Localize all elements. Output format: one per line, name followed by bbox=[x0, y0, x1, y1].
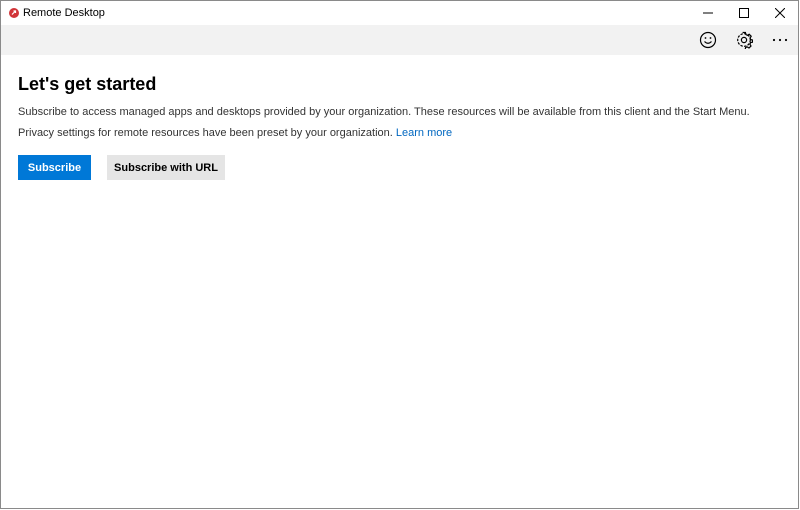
more-options-icon bbox=[772, 38, 788, 42]
minimize-icon bbox=[703, 12, 713, 14]
maximize-icon bbox=[739, 8, 749, 18]
subscription-description: Subscribe to access managed apps and des… bbox=[18, 106, 750, 118]
close-button[interactable] bbox=[762, 1, 798, 25]
command-bar bbox=[1, 25, 798, 55]
more-options-button[interactable] bbox=[763, 27, 797, 53]
page-title: Let's get started bbox=[18, 74, 157, 94]
smiley-feedback-icon bbox=[699, 31, 717, 49]
close-icon bbox=[775, 8, 785, 18]
app-window: Remote Desktop Let's get started Subscri… bbox=[0, 0, 799, 509]
maximize-button[interactable] bbox=[726, 1, 762, 25]
privacy-text: Privacy settings for remote resources ha… bbox=[18, 127, 393, 139]
subscribe-button[interactable]: Subscribe bbox=[18, 155, 91, 180]
title-bar: Remote Desktop bbox=[1, 1, 798, 25]
window-title: Remote Desktop bbox=[23, 7, 105, 19]
settings-button[interactable] bbox=[727, 27, 761, 53]
minimize-button[interactable] bbox=[690, 1, 726, 25]
learn-more-link[interactable]: Learn more bbox=[396, 127, 452, 139]
gear-icon bbox=[737, 31, 753, 49]
feedback-button[interactable] bbox=[691, 27, 725, 53]
subscribe-with-url-button[interactable]: Subscribe with URL bbox=[107, 155, 225, 180]
privacy-note: Privacy settings for remote resources ha… bbox=[18, 127, 452, 139]
remote-desktop-app-icon bbox=[9, 8, 19, 18]
